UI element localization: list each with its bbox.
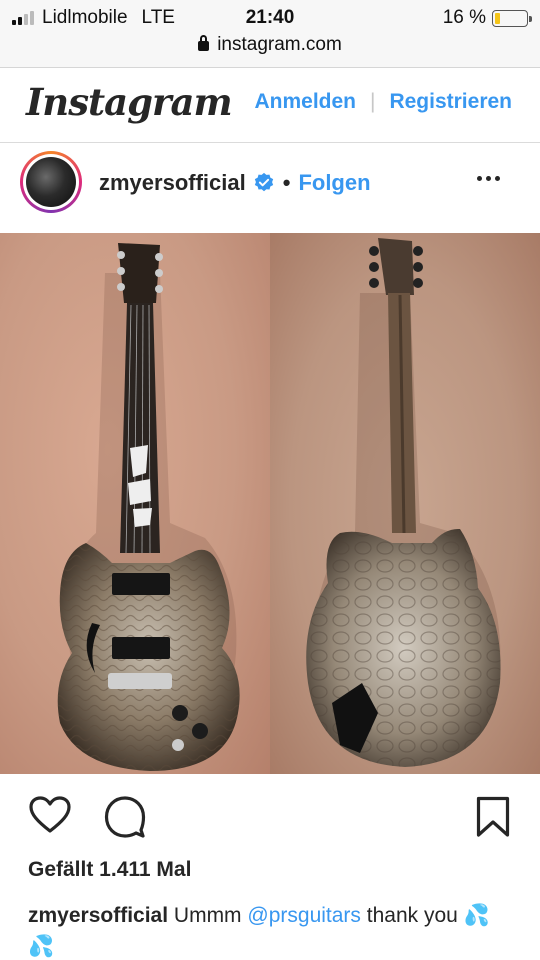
caption-mention[interactable]: @prsguitars xyxy=(247,904,361,927)
status-right: 16 % xyxy=(442,7,532,29)
guitar-illustration xyxy=(57,238,501,771)
caption-text-before: Ummm xyxy=(173,904,242,927)
follow-button[interactable]: Folgen xyxy=(298,170,370,196)
post-image[interactable] xyxy=(0,233,540,774)
login-link[interactable]: Anmelden xyxy=(254,90,356,114)
post-username[interactable]: zmyersofficial xyxy=(99,170,246,196)
register-link[interactable]: Registrieren xyxy=(389,90,512,114)
follow-separator: • xyxy=(282,170,291,195)
battery-icon xyxy=(492,9,532,27)
instagram-logo[interactable]: Instagram xyxy=(26,80,233,124)
post-actions xyxy=(0,790,540,850)
url-text: instagram.com xyxy=(217,34,342,55)
url-bar[interactable]: instagram.com xyxy=(0,34,540,56)
avatar[interactable] xyxy=(20,151,82,213)
verified-badge-icon xyxy=(254,172,273,192)
bookmark-icon[interactable] xyxy=(476,796,510,838)
status-bar: Lidlmobile LTE 21:40 16 % instagram.com xyxy=(0,0,540,68)
post-header: zmyersofficial • Folgen xyxy=(0,143,540,233)
like-count[interactable]: Gefällt 1.411 Mal xyxy=(28,858,191,882)
header-actions: Anmelden | Registrieren xyxy=(254,90,512,114)
instagram-header: Instagram Anmelden | Registrieren xyxy=(0,68,540,143)
battery-level xyxy=(495,12,500,24)
comment-icon[interactable] xyxy=(104,796,146,838)
lock-icon xyxy=(198,35,210,51)
avatar-inner xyxy=(23,154,79,210)
more-icon[interactable] xyxy=(477,176,500,181)
avatar-image xyxy=(26,157,76,207)
caption-username[interactable]: zmyersofficial xyxy=(28,904,168,927)
heart-icon[interactable] xyxy=(29,796,71,834)
post-user-line: zmyersofficial • Folgen xyxy=(99,170,371,196)
post-caption: zmyersofficial Ummm @prsguitars thank yo… xyxy=(28,900,518,960)
battery-percent: 16 % xyxy=(442,7,486,28)
header-separator: | xyxy=(369,90,376,113)
